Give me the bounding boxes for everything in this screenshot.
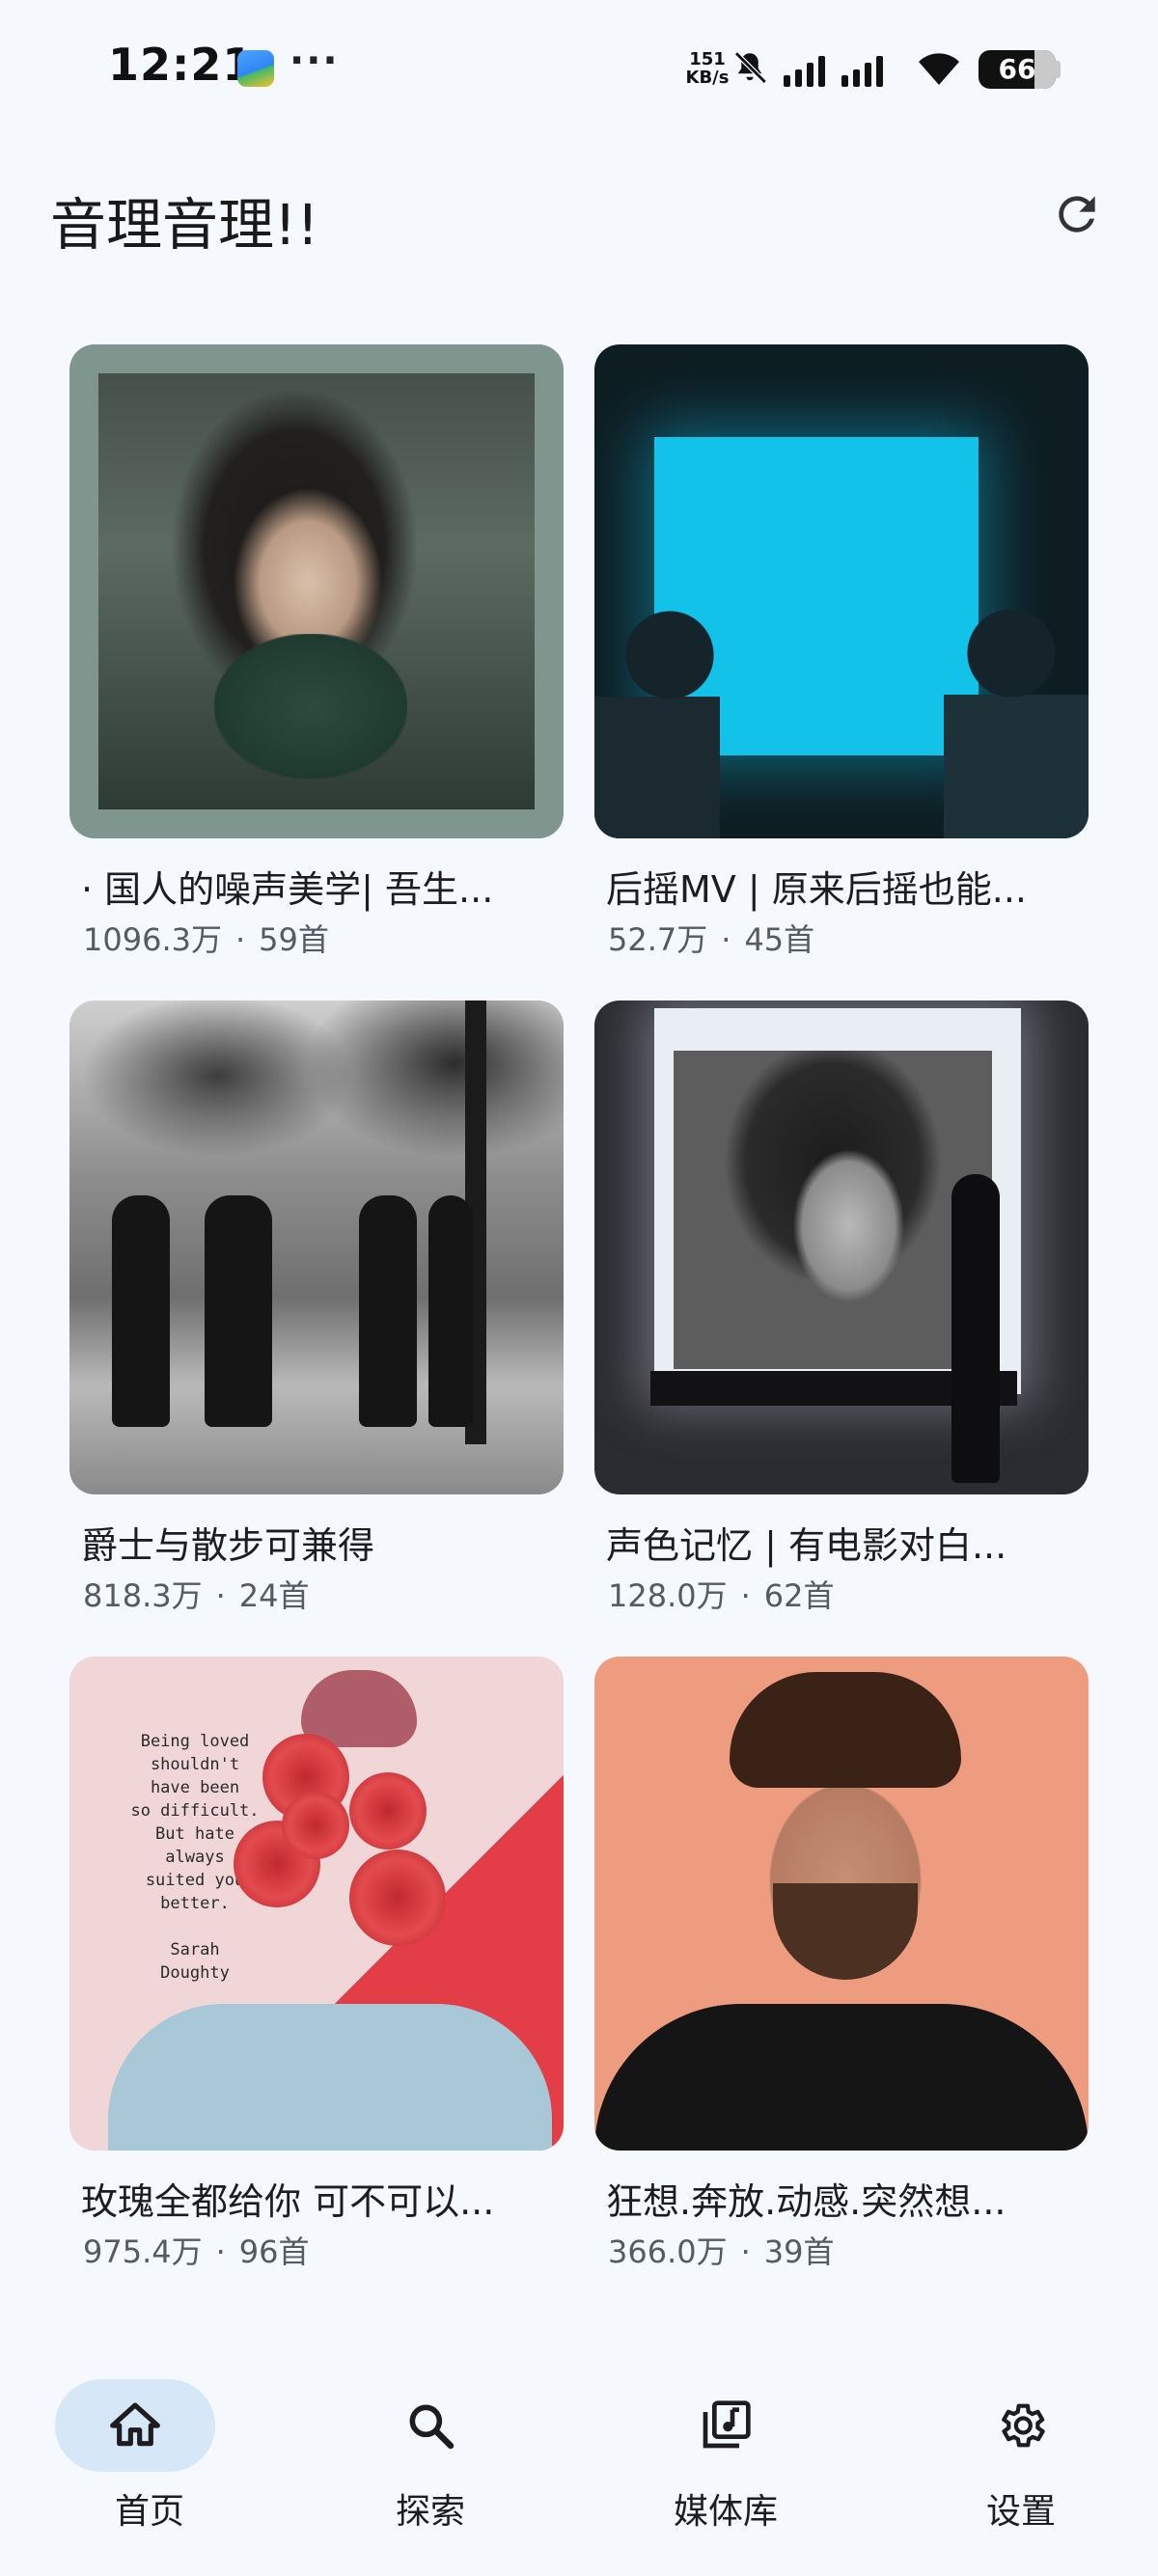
playlist-meta: 1096.3万 · 59首 [83, 916, 329, 960]
gear-icon [1002, 2403, 1045, 2448]
nav-label: 设置 [985, 2492, 1056, 2532]
network-speed-unit: KB/s [685, 68, 730, 88]
playlist-cover: Being loved shouldn't have been so diffi… [69, 1657, 564, 2151]
meta-separator: · [721, 921, 731, 958]
page-title: 音理音理!! [50, 192, 319, 258]
network-speed-value: 151 [689, 49, 726, 69]
nav-label: 首页 [114, 2492, 184, 2532]
status-time: 12:21 [108, 39, 255, 91]
music-library-icon [703, 2400, 751, 2449]
cover-silhouette [594, 605, 720, 838]
play-count: 1096.3万 [83, 921, 222, 958]
playlist-cover [594, 1000, 1089, 1494]
nav-item-home[interactable]: 首页 [39, 2379, 280, 2532]
playlist-card[interactable]: · 国人的噪声美学| 吾生... 1096.3万 · 59首 [69, 344, 564, 962]
meta-separator: · [215, 2233, 226, 2270]
cover-figure [205, 1195, 272, 1427]
track-count: 96首 [238, 2233, 310, 2270]
playlist-meta: 818.3万 · 24首 [83, 1572, 310, 1616]
cover-shirt [594, 2004, 1089, 2151]
refresh-icon [1059, 196, 1095, 233]
nav-item-library[interactable]: 媒体库 [629, 2379, 822, 2532]
playlist-title: 狂想.奔放.动感.突然想... [606, 2180, 1006, 2223]
track-count: 45首 [744, 921, 815, 958]
track-count: 59首 [259, 921, 329, 958]
search-icon [409, 2404, 455, 2450]
status-bar: 12:21 ··· 151 KB/s 66 [0, 0, 1158, 145]
nav-label: 探索 [395, 2492, 465, 2532]
rose [282, 1792, 349, 1859]
track-count: 62首 [763, 1577, 835, 1614]
playlist-cover [594, 1657, 1089, 2151]
meta-separator: · [215, 1577, 226, 1614]
cellular-signal-icon [784, 56, 883, 87]
mute-bell-icon [734, 51, 767, 84]
playlist-card[interactable]: 后摇MV | 原来后摇也能... 52.7万 · 45首 [594, 344, 1089, 962]
playlist-cover [594, 344, 1089, 838]
play-count: 128.0万 [608, 1577, 728, 1614]
cover-figure [359, 1195, 417, 1427]
home-icon [110, 2402, 160, 2447]
battery-level: 66 [998, 53, 1036, 85]
battery-indicator: 66 [979, 50, 1056, 89]
playlist-meta: 52.7万 · 45首 [608, 916, 814, 960]
battery-empty-portion [1034, 50, 1056, 89]
playlist-title: 声色记忆 | 有电影对白... [606, 1524, 1007, 1567]
nav-item-settings[interactable]: 设置 [924, 2379, 1117, 2532]
rose [349, 1772, 427, 1850]
meta-separator: · [740, 2233, 751, 2270]
playlist-title: 后摇MV | 原来后摇也能... [606, 868, 1027, 911]
meta-separator: · [740, 1577, 751, 1614]
cover-detail [214, 634, 407, 779]
battery-tip [1056, 61, 1061, 78]
playlist-title: · 国人的噪声美学| 吾生... [81, 868, 494, 911]
track-count: 24首 [238, 1577, 310, 1614]
play-count: 366.0万 [608, 2233, 728, 2270]
play-count: 52.7万 [608, 921, 708, 958]
playlist-title: 爵士与散步可兼得 [81, 1524, 375, 1567]
gallery-app-icon [237, 50, 274, 87]
playlist-meta: 366.0万 · 39首 [608, 2228, 835, 2272]
refresh-button[interactable] [1046, 183, 1108, 245]
cover-hair [730, 1672, 961, 1788]
playlist-card[interactable]: 爵士与散步可兼得 818.3万 · 24首 [69, 1000, 564, 1618]
playlist-cover [69, 344, 564, 838]
cover-figure [428, 1195, 473, 1427]
play-count: 818.3万 [83, 1577, 203, 1614]
cover-silhouette [951, 1174, 1000, 1483]
cover-figure [112, 1195, 170, 1427]
playlist-meta: 128.0万 · 62首 [608, 1572, 835, 1616]
playlist-title: 玫瑰全都给你 可不可以... [81, 2180, 495, 2223]
playlist-card[interactable]: 声色记忆 | 有电影对白... 128.0万 · 62首 [594, 1000, 1089, 1618]
nav-item-explore[interactable]: 探索 [334, 2379, 527, 2532]
meta-separator: · [234, 921, 246, 958]
playlist-card[interactable]: Being loved shouldn't have been so diffi… [69, 1657, 564, 2274]
nav-label: 媒体库 [673, 2492, 778, 2532]
wifi-icon [919, 53, 959, 85]
cover-portrait [674, 1051, 992, 1369]
play-count: 975.4万 [83, 2233, 203, 2270]
rose [349, 1850, 446, 1946]
playlist-card[interactable]: 狂想.奔放.动感.突然想... 366.0万 · 39首 [594, 1657, 1089, 2274]
cover-silhouette [944, 603, 1089, 838]
cover-shirt [108, 2004, 552, 2151]
more-notifications-icon: ··· [290, 39, 340, 83]
playlist-meta: 975.4万 · 96首 [83, 2228, 310, 2272]
playlist-cover [69, 1000, 564, 1494]
network-speed: 151 KB/s [682, 50, 732, 87]
bottom-navigation: 首页 探索 媒体库 设置 [0, 2354, 1158, 2576]
track-count: 39首 [763, 2233, 835, 2270]
